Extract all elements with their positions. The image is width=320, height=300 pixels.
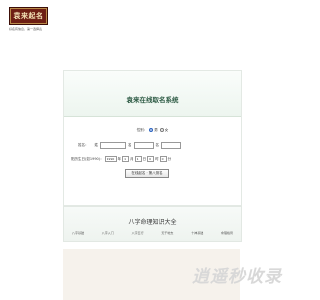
gender-male-radio[interactable] <box>149 128 154 132</box>
knowledge-links: 八字基础 八字入门 八字五行 天干地支 十神基础 命理格局 <box>72 231 233 235</box>
given-name-input-2[interactable] <box>161 141 181 149</box>
knowledge-link[interactable]: 天干地支 <box>161 231 173 235</box>
birth-hour-select[interactable]: 0 <box>147 156 155 162</box>
knowledge-link[interactable]: 命理格局 <box>221 231 233 235</box>
knowledge-link[interactable]: 八字基础 <box>72 231 84 235</box>
knowledge-panel: 八字命理知识大全 八字基础 八字入门 八字五行 天干地支 十神基础 命理格局 <box>63 206 242 242</box>
submit-naming-button[interactable]: 在线起名 · 第八测名 <box>125 169 169 178</box>
surname-label: 姓 <box>94 142 99 147</box>
hour-unit: 时 <box>155 156 159 161</box>
birth-month-select[interactable]: 1 <box>122 156 130 162</box>
birth-day-select[interactable]: 1 <box>134 156 142 162</box>
site-logo[interactable]: 袁来起名 <box>9 7 48 25</box>
form-title: 袁来在线取名系统 <box>126 96 179 104</box>
given-name-label-2: 名 <box>155 142 160 147</box>
name-row: 姓名： 姓 名 名 <box>78 141 241 149</box>
watermark-text: 逍遥秒收录 <box>192 267 282 287</box>
knowledge-link[interactable]: 八字五行 <box>132 231 144 235</box>
birth-row: 阳历生日(如1990)： 1990 年 1 月 1 日 0 时 0 分 <box>71 155 241 163</box>
birth-label: 阳历生日(如1990)： <box>71 156 104 161</box>
gender-row: 性别： 男 女 <box>64 126 241 134</box>
name-label: 姓名： <box>78 142 89 147</box>
knowledge-title: 八字命理知识大全 <box>128 219 177 226</box>
logo-text: 袁来起名 <box>13 11 44 20</box>
gender-male-label: 男 <box>154 127 158 132</box>
gender-label: 性别： <box>136 127 148 132</box>
day-unit: 日 <box>142 156 147 161</box>
knowledge-link[interactable]: 十神基础 <box>191 231 203 235</box>
gender-female-label: 女 <box>164 127 169 132</box>
form-header: 袁来在线取名系统 <box>64 71 241 117</box>
site-slogan: 好名有信息，第一选择袁 <box>9 27 43 31</box>
month-unit: 月 <box>130 156 134 161</box>
year-unit: 年 <box>117 156 122 161</box>
given-name-label: 名 <box>128 142 132 147</box>
gender-female-radio[interactable] <box>159 128 164 132</box>
birth-year-select[interactable]: 1990 <box>104 156 117 162</box>
surname-input[interactable] <box>100 141 126 149</box>
knowledge-link[interactable]: 八字入门 <box>102 231 114 235</box>
given-name-input[interactable] <box>133 141 154 149</box>
birth-minute-select[interactable]: 0 <box>159 156 167 162</box>
naming-form-panel: 袁来在线取名系统 性别： 男 女 姓名： 姓 名 名 阳历生日(如1990)： … <box>63 70 242 206</box>
minute-unit: 分 <box>167 156 172 161</box>
